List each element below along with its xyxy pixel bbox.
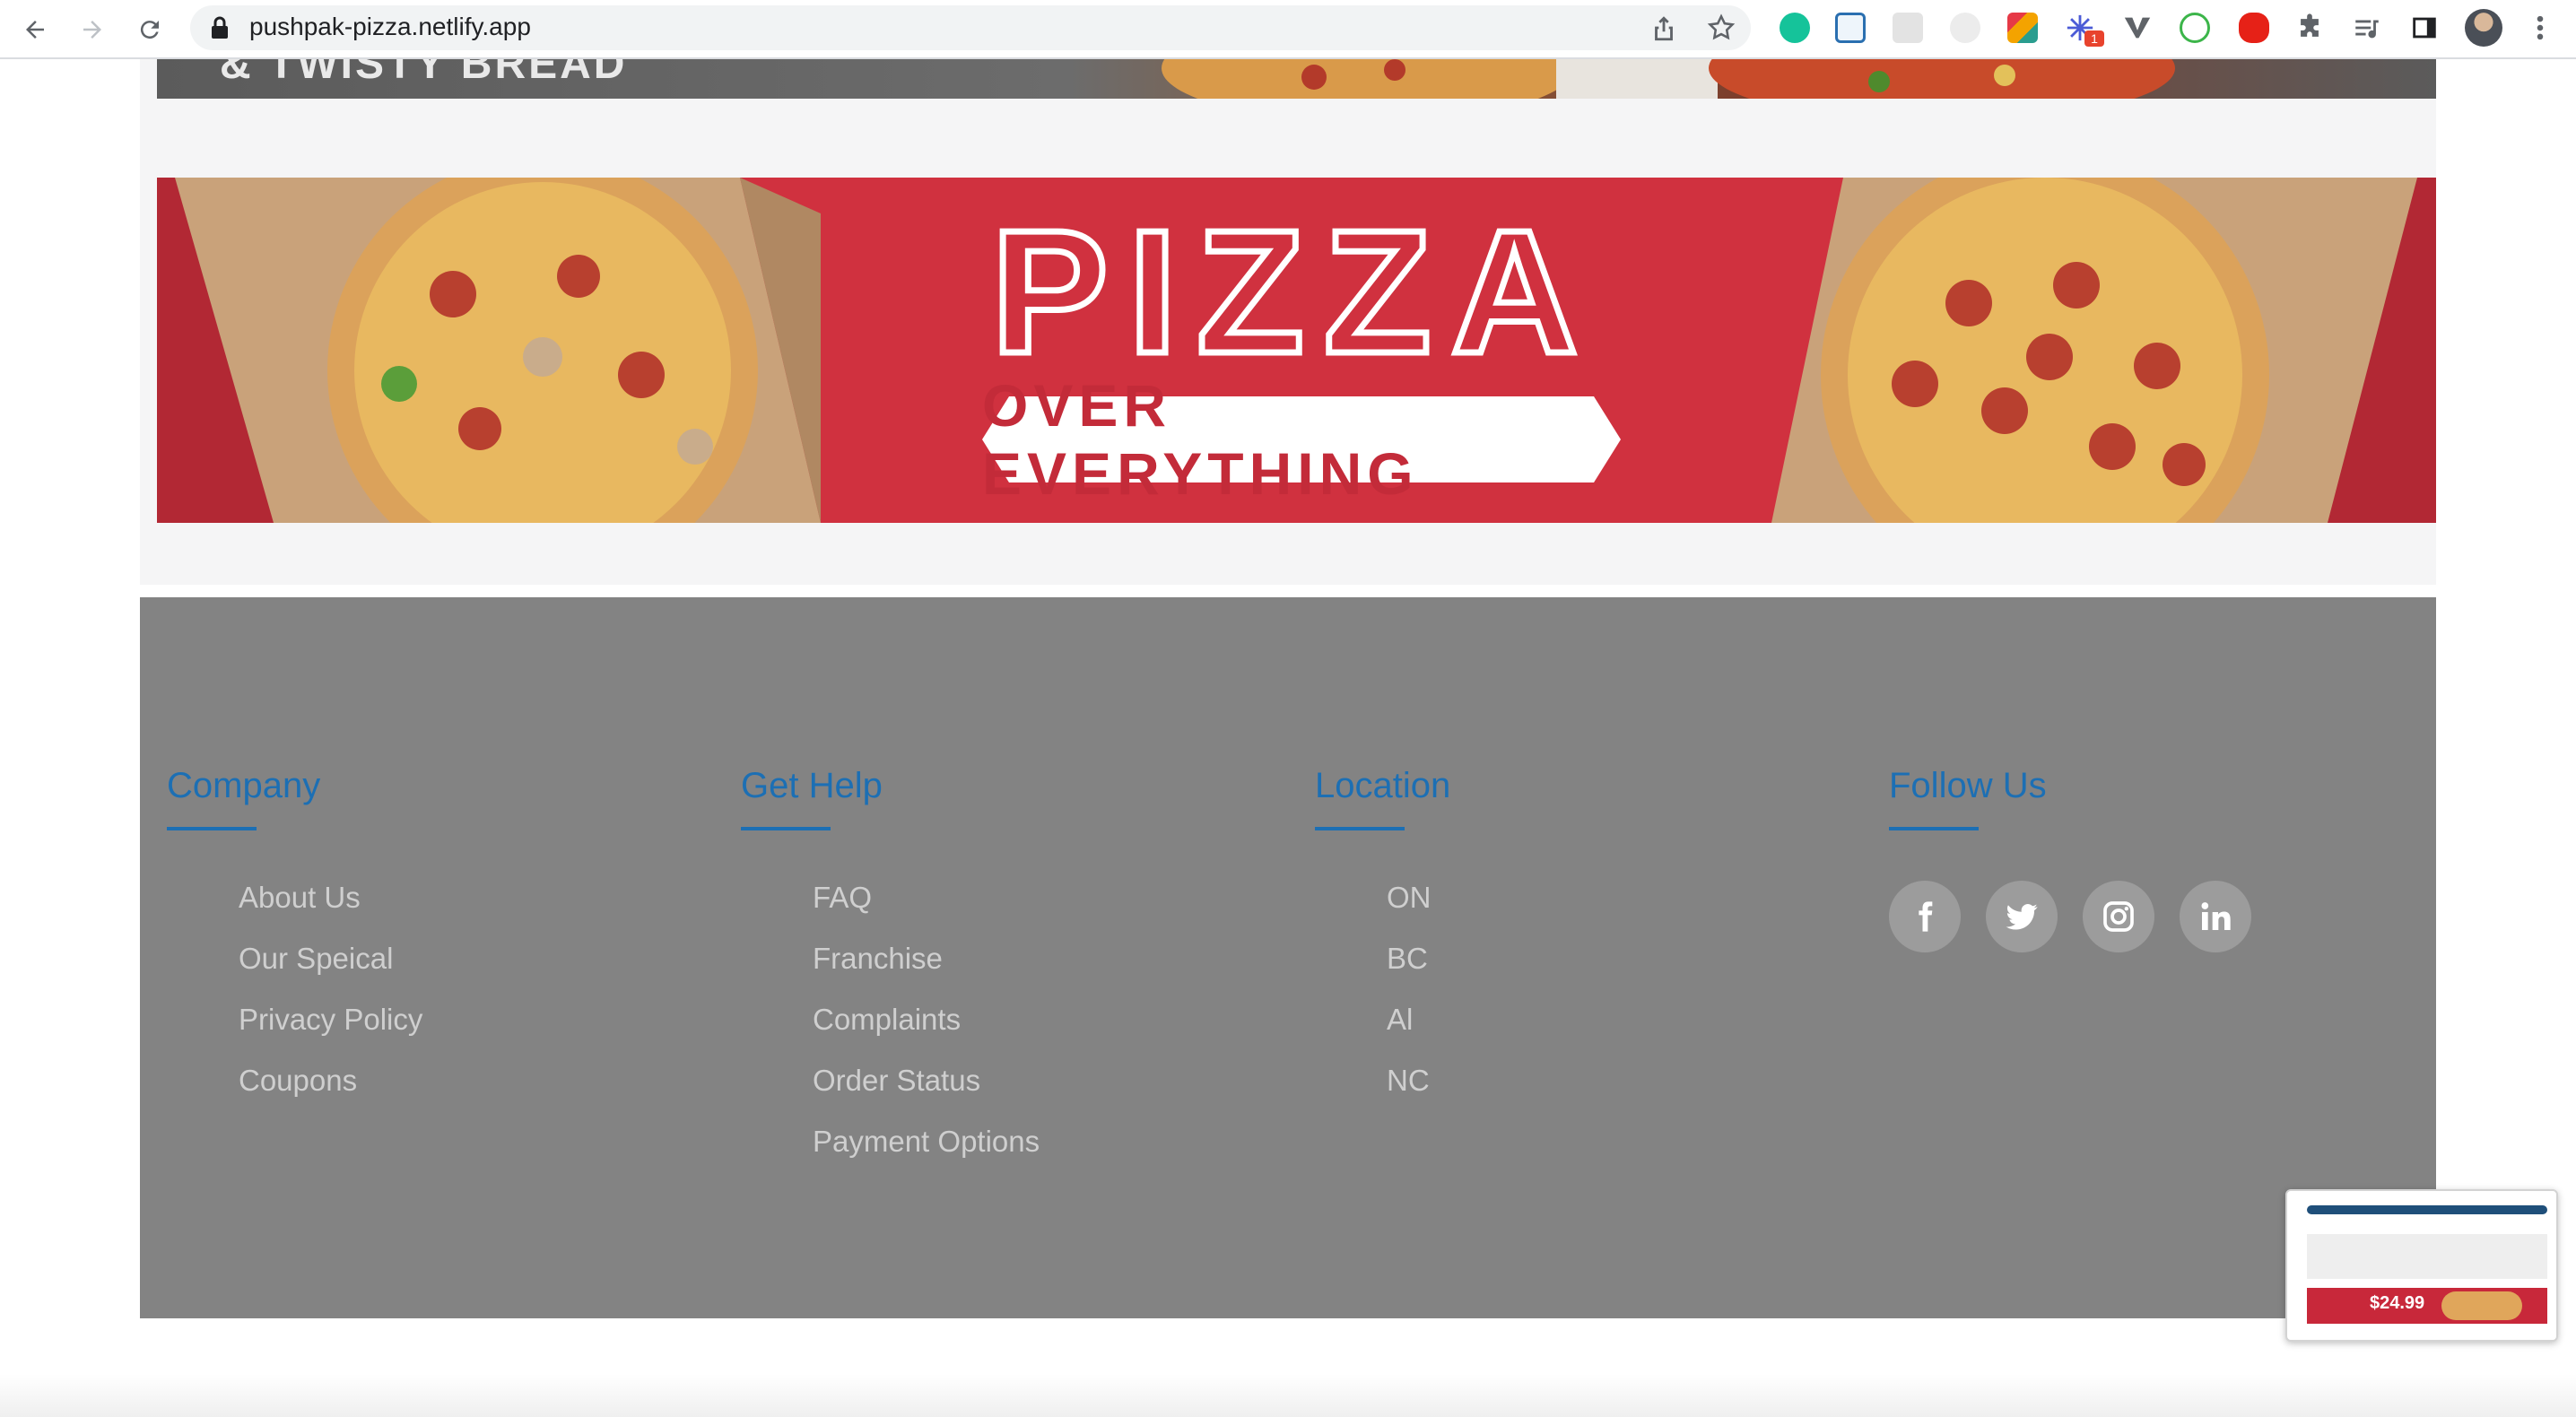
footer-link-faq[interactable]: FAQ <box>813 881 872 915</box>
forward-button[interactable] <box>70 7 115 52</box>
footer-link-nc[interactable]: NC <box>1387 1064 1430 1098</box>
footer-location-title: Location <box>1315 766 1451 805</box>
footer-link-about-us[interactable]: About Us <box>239 881 361 915</box>
footer-link-privacy-policy[interactable]: Privacy Policy <box>239 1003 422 1037</box>
title-underline <box>741 827 831 830</box>
footer-link-payment-options[interactable]: Payment Options <box>813 1125 1040 1159</box>
pizza-photo-strip <box>1162 59 2175 99</box>
thumb-content-block <box>2307 1234 2547 1279</box>
instagram-icon <box>2103 901 2134 932</box>
vimeo-extension-icon[interactable] <box>2122 14 2153 41</box>
back-button[interactable] <box>13 7 57 52</box>
n-extension-icon[interactable] <box>1835 13 1866 43</box>
title-underline <box>1315 827 1405 830</box>
profile-avatar[interactable] <box>2465 9 2502 47</box>
more-menu-icon[interactable] <box>2529 13 2551 43</box>
footer-get-help-title: Get Help <box>741 766 883 805</box>
linkedin-icon <box>2201 902 2231 930</box>
back-arrow-icon <box>26 21 44 39</box>
browser-toolbar: pushpak-pizza.netlify.app 1 <box>0 0 2576 59</box>
footer-link-franchise[interactable]: Franchise <box>813 942 943 976</box>
page-content: & TWISTY BREAD PIZZA OVER EVERYTHING Com… <box>0 59 2576 1417</box>
media-control-icon[interactable] <box>2352 13 2382 43</box>
twitter-icon <box>2006 903 2038 930</box>
banner-tagline: OVER EVERYTHING <box>982 372 1419 507</box>
tagline-ribbon: OVER EVERYTHING <box>982 372 1621 507</box>
twitter-button[interactable] <box>1986 881 2058 952</box>
footer-link-coupons[interactable]: Coupons <box>239 1064 357 1098</box>
lock-icon <box>212 16 228 39</box>
facebook-icon <box>1919 901 1933 932</box>
plus-extension-icon[interactable] <box>2180 13 2210 43</box>
footer-company-title: Company <box>167 766 321 805</box>
preview-thumbnail[interactable]: $24.99 <box>2285 1189 2558 1342</box>
footer-link-our-special[interactable]: Our Speical <box>239 942 393 976</box>
side-panel-icon[interactable] <box>2409 13 2440 43</box>
facebook-button[interactable] <box>1889 881 1961 952</box>
thumb-header-bar <box>2307 1205 2547 1214</box>
linkedin-button[interactable] <box>2180 881 2251 952</box>
banner-headline: PIZZA <box>988 194 1598 390</box>
grammarly-extension-icon[interactable] <box>1780 13 1810 43</box>
reload-button[interactable] <box>127 7 172 52</box>
thumb-pizza-image <box>2441 1291 2522 1320</box>
share-icon[interactable] <box>1649 13 1679 43</box>
sparkle-extension-icon[interactable]: 1 <box>2065 13 2104 47</box>
page-bottom-shade <box>0 1374 2576 1417</box>
color-extension-icon[interactable] <box>2007 13 2038 43</box>
forward-arrow-icon <box>83 21 101 39</box>
footer-follow-us-title: Follow Us <box>1889 766 2047 805</box>
title-underline <box>167 827 257 830</box>
pizza-over-everything-banner[interactable]: PIZZA OVER EVERYTHING <box>157 178 2436 523</box>
footer-link-order-status[interactable]: Order Status <box>813 1064 980 1098</box>
url-text: pushpak-pizza.netlify.app <box>249 13 531 40</box>
thumb-promo-strip: $24.99 <box>2307 1288 2547 1324</box>
thumb-price: $24.99 <box>2370 1293 2425 1313</box>
grid-extension-icon[interactable] <box>1893 13 1923 43</box>
bookmark-star-icon[interactable] <box>1706 13 1736 43</box>
circle-extension-icon[interactable] <box>1950 13 1980 43</box>
reload-icon <box>140 21 159 39</box>
footer-link-bc[interactable]: BC <box>1387 942 1428 976</box>
hand-extension-icon[interactable] <box>2239 13 2269 43</box>
top-banner-text: & TWISTY BREAD <box>220 59 628 88</box>
footer-link-on[interactable]: ON <box>1387 881 1432 915</box>
instagram-button[interactable] <box>2083 881 2154 952</box>
footer-link-complaints[interactable]: Complaints <box>813 1003 961 1037</box>
puzzle-extensions-icon[interactable] <box>2294 13 2325 43</box>
site-footer: Company About Us Our Speical Privacy Pol… <box>140 597 2436 1318</box>
top-promo-banner[interactable]: & TWISTY BREAD <box>157 59 2436 99</box>
footer-link-al[interactable]: Al <box>1387 1003 1413 1037</box>
extension-badge: 1 <box>2084 30 2104 47</box>
title-underline <box>1889 827 1979 830</box>
